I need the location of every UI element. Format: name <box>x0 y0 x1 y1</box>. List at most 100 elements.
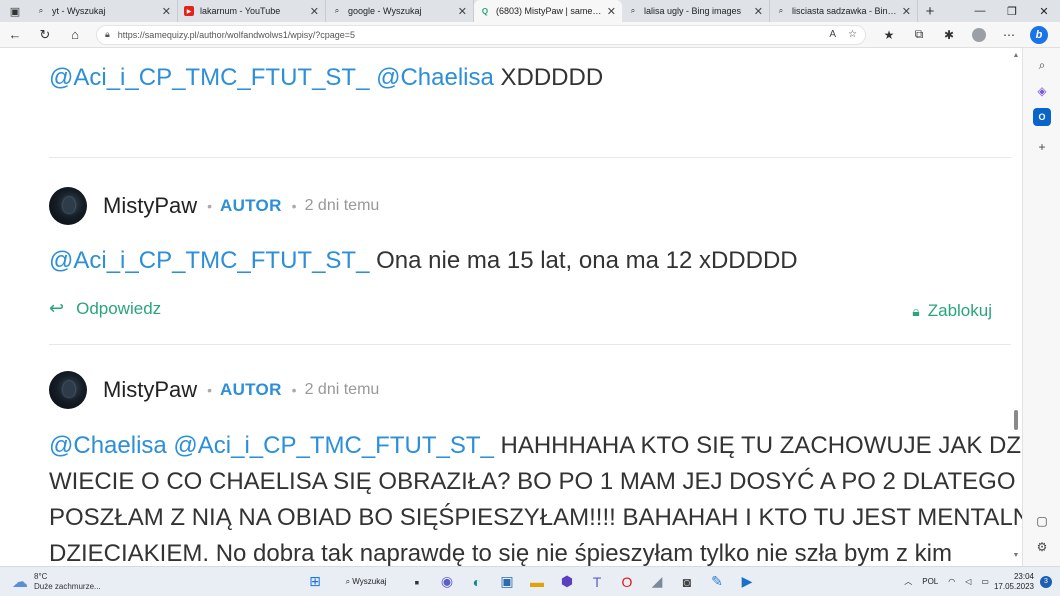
lock-icon[interactable]: 🔒︎ <box>105 29 110 40</box>
sidebar-toggle-icon[interactable]: ▢ <box>1033 512 1051 530</box>
read-aloud-icon[interactable]: A <box>829 29 836 40</box>
settings-icon[interactable]: ⚙ <box>1033 538 1051 556</box>
file-explorer-icon[interactable]: ▬ <box>522 569 552 595</box>
comment-header: MistyPaw • AUTOR • 2 dni temu <box>49 370 379 410</box>
tab-label: yt - Wyszukaj <box>52 6 106 16</box>
tab-1[interactable]: ▶ lakarnum - YouTube ✕ <box>178 0 326 22</box>
username[interactable]: MistyPaw <box>103 193 197 219</box>
start-icon[interactable]: ⊞ <box>300 569 330 595</box>
weather-desc: Duże zachmurze... <box>34 581 101 591</box>
tab-2[interactable]: ⌕ google - Wyszukaj ✕ <box>326 0 474 22</box>
reply-button[interactable]: ↩ Odpowiedz <box>49 298 161 319</box>
reply-label: Odpowiedz <box>76 298 162 318</box>
scroll-up-icon[interactable]: ▲ <box>1012 52 1020 59</box>
close-icon[interactable]: ✕ <box>607 5 616 18</box>
tab-5[interactable]: ⌕ lisciasta sadzawka - Bing images ✕ <box>770 0 918 22</box>
tab-3[interactable]: Q (6803) MistyPaw | sameQuizy ✕ <box>474 0 622 22</box>
more-icon[interactable]: ⋯ <box>994 26 1024 44</box>
close-icon[interactable]: ✕ <box>458 5 467 18</box>
tab-label: lakarnum - YouTube <box>200 6 281 16</box>
chevron-up-icon[interactable]: ︿ <box>904 576 912 587</box>
samequizy-icon: Q <box>481 6 489 16</box>
extensions-icon[interactable]: ✱ <box>934 26 964 44</box>
bing-icon[interactable]: b <box>1024 25 1054 44</box>
store-icon[interactable]: ▣ <box>492 569 522 595</box>
timestamp: 2 dni temu <box>304 197 380 214</box>
close-icon[interactable]: ✕ <box>310 5 319 18</box>
tab-label: google - Wyszukaj <box>348 6 422 16</box>
close-icon[interactable]: ✕ <box>754 5 763 18</box>
mention-link[interactable]: @Aci_i_CP_TMC_FTUT_ST_ @Chaelisa <box>49 64 494 91</box>
clock[interactable]: 23:04 17.05.2023 <box>994 572 1034 592</box>
teams-icon[interactable]: T <box>582 569 612 595</box>
block-button[interactable]: 🔒︎ Zablokuj <box>912 301 992 321</box>
weather-temp: 8°C <box>34 571 48 581</box>
search-icon: ⌕ <box>778 6 784 15</box>
refresh-icon[interactable]: ↻ <box>30 22 60 48</box>
avatar[interactable] <box>49 371 87 409</box>
address-bar: ← ↻ ⌂ 🔒︎ https://samequizy.pl/author/wol… <box>0 22 1060 48</box>
wifi-icon[interactable]: ◠ <box>948 577 955 586</box>
app-icon[interactable]: ⬢ <box>552 569 582 595</box>
home-icon[interactable]: ⌂ <box>60 22 90 48</box>
tab-bar: ▣ ⌕ yt - Wyszukaj ✕ ▶ lakarnum - YouTube… <box>0 0 1060 22</box>
volume-icon[interactable]: ◁ <box>965 577 971 586</box>
clock-time: 23:04 <box>1013 571 1034 581</box>
mention-link[interactable]: @Chaelisa @Aci_i_CP_TMC_FTUT_ST_ <box>49 432 494 459</box>
comment-body: XDDDDD <box>493 64 604 91</box>
tab-actions-icon[interactable]: ▣ <box>0 0 30 22</box>
lang-indicator[interactable]: POL <box>922 577 938 586</box>
task-view-icon[interactable]: ▪ <box>402 569 432 595</box>
scroll-thumb[interactable] <box>1014 410 1018 430</box>
taskbar-search-label: Wyszukaj <box>352 577 387 586</box>
comment-text-top: @Aci_i_CP_TMC_FTUT_ST_ @Chaelisa XDDDDD <box>49 64 603 92</box>
username[interactable]: MistyPaw <box>103 377 197 403</box>
tab-label: lisciasta sadzawka - Bing images <box>792 6 898 16</box>
camera-icon[interactable]: ◙ <box>672 569 702 595</box>
favorite-add-icon[interactable]: ☆ <box>848 29 857 40</box>
close-icon[interactable]: ✕ <box>902 5 911 18</box>
separator-dot: • <box>207 198 213 214</box>
comment-line: WIECIE O CO CHAELISA SIĘ OBRAZIŁA? BO PO… <box>49 468 1022 495</box>
tab-4[interactable]: ⌕ lalisa ugly - Bing images ✕ <box>622 0 770 22</box>
opera-icon[interactable]: O <box>612 569 642 595</box>
lock-icon: 🔒︎ <box>912 302 920 319</box>
outlook-icon[interactable]: O <box>1033 108 1051 126</box>
minimize-icon[interactable]: — <box>964 0 996 22</box>
window-controls: — ❐ ✕ <box>964 0 1060 22</box>
app-icon[interactable]: ▶ <box>732 569 762 595</box>
scroll-down-icon[interactable]: ▼ <box>1012 552 1020 559</box>
profile-icon[interactable] <box>964 26 994 44</box>
close-window-icon[interactable]: ✕ <box>1028 0 1060 22</box>
comment-body: HAHHHAHA KTO SIĘ TU ZACHOWUJE JAK DZIE <box>493 432 1023 459</box>
url-field[interactable]: 🔒︎ https://samequizy.pl/author/wolfandwo… <box>96 24 866 45</box>
block-label: Zablokuj <box>927 301 992 320</box>
system-tray: ︿ POL ◠ ◁ ▭ 23:04 17.05.2023 3 <box>899 572 1060 592</box>
cloud-icon: ☁ <box>12 573 28 591</box>
tab-0[interactable]: ⌕ yt - Wyszukaj ✕ <box>30 0 178 22</box>
mention-link[interactable]: @Aci_i_CP_TMC_FTUT_ST_ <box>49 247 369 274</box>
edge-icon[interactable]: ◐ <box>462 569 492 595</box>
weather-widget[interactable]: ☁ 8°C Duże zachmurze... <box>12 572 272 592</box>
add-icon[interactable]: + <box>1033 138 1051 156</box>
copilot-icon[interactable]: ◈ <box>1033 82 1051 100</box>
close-icon[interactable]: ✕ <box>162 5 171 18</box>
new-tab-button[interactable]: + <box>918 0 942 22</box>
notification-badge[interactable]: 3 <box>1040 575 1052 588</box>
search-icon: ⌕ <box>345 576 353 586</box>
search-icon[interactable]: ⌕ <box>1033 56 1051 74</box>
back-icon[interactable]: ← <box>0 22 30 48</box>
favorites-icon[interactable]: ★ <box>874 26 904 44</box>
search-icon: ⌕ <box>334 6 340 15</box>
collections-icon[interactable]: ⧉ <box>904 26 934 44</box>
app-icon[interactable]: ✎ <box>702 569 732 595</box>
battery-icon[interactable]: ▭ <box>981 577 989 586</box>
app-icon[interactable]: ◢ <box>642 569 672 595</box>
scrollbar[interactable]: ▲ ▼ <box>1012 50 1020 564</box>
taskbar-search[interactable]: ⌕ Wyszukaj <box>334 571 398 593</box>
avatar[interactable] <box>49 187 87 225</box>
clock-date: 17.05.2023 <box>993 581 1034 591</box>
comment-text: @Aci_i_CP_TMC_FTUT_ST_ Ona nie ma 15 lat… <box>49 247 798 275</box>
restore-icon[interactable]: ❐ <box>996 0 1028 22</box>
chat-icon[interactable]: ◉ <box>432 569 462 595</box>
